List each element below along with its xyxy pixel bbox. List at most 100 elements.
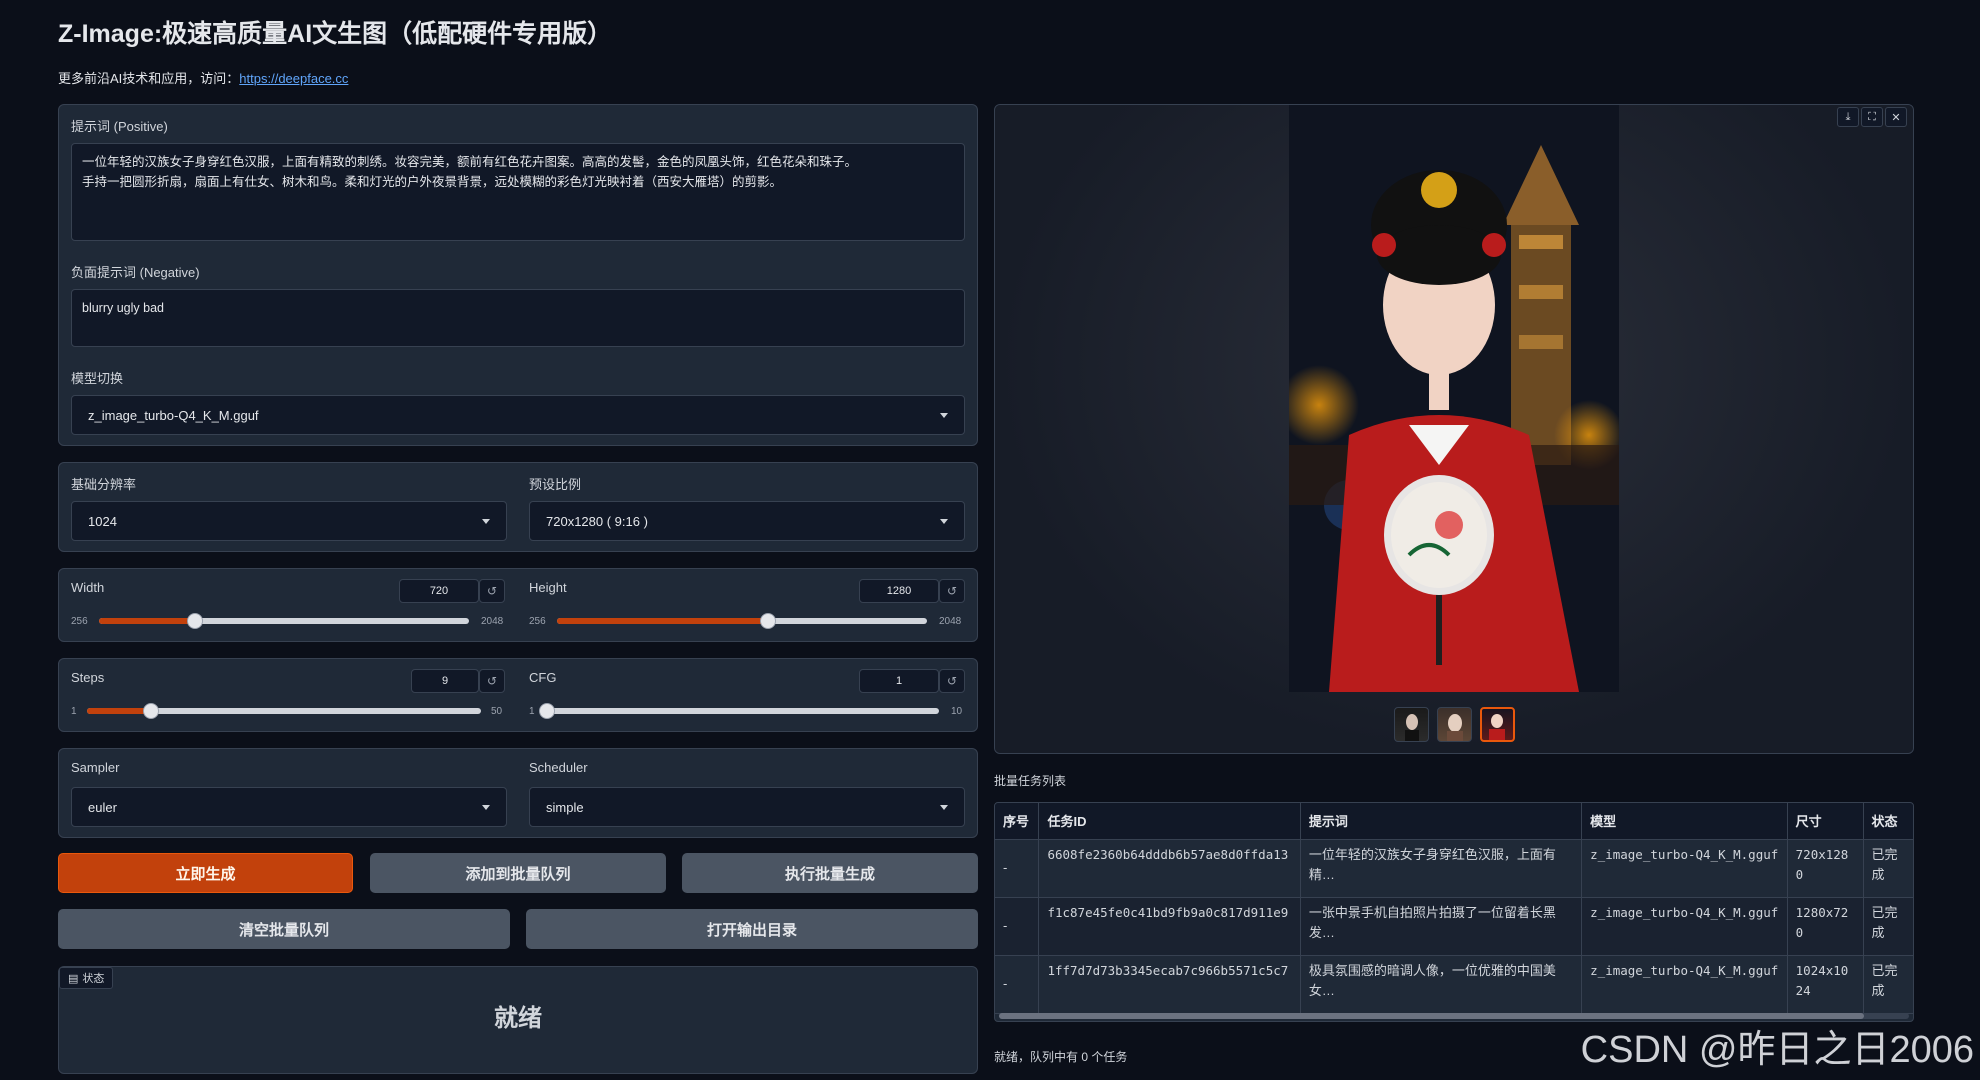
reset-icon[interactable]: ↺	[939, 669, 965, 693]
column-header[interactable]: 提示词	[1300, 803, 1583, 840]
status-tag: ▤ 状态	[59, 967, 114, 989]
gallery-thumbnail[interactable]	[1394, 707, 1429, 742]
table-row[interactable]: - f1c87e45fe0c41bd9fb9a0c817d911e9 一张中景手…	[995, 897, 1913, 956]
height-label: Height	[529, 580, 567, 595]
height-slider[interactable]	[557, 613, 927, 629]
watermark: CSDN @昨日之日2006	[1580, 1029, 1974, 1071]
width-number-input[interactable]: 720	[399, 579, 479, 603]
close-icon[interactable]: ✕	[1885, 107, 1907, 127]
cell-index: -	[995, 897, 1040, 956]
steps-number-input[interactable]: 9	[411, 669, 479, 693]
scheduler-label: Scheduler	[529, 760, 588, 775]
cell-size: 1024x1024	[1787, 955, 1864, 1014]
sampler-value: euler	[88, 799, 117, 815]
scheduler-value: simple	[546, 799, 584, 815]
steps-max: 50	[491, 706, 503, 717]
thumbnail-image	[1405, 714, 1419, 741]
model-select[interactable]: z_image_turbo-Q4_K_M.gguf	[71, 395, 965, 435]
steps-slider-handle[interactable]	[143, 703, 160, 719]
width-slider-handle[interactable]	[187, 613, 204, 629]
cell-size: 720x1280	[1787, 839, 1864, 898]
sampler-select[interactable]: euler	[71, 787, 507, 827]
cell-task-id: 6608fe2360b64dddb6b57ae8d0ffda13	[1038, 839, 1301, 898]
width-max: 2048	[481, 616, 504, 627]
status-text: 就绪	[494, 1005, 542, 1032]
subtitle-text: 更多前沿AI技术和应用，访问：	[58, 71, 240, 86]
cell-prompt: 一位年轻的汉族女子身穿红色汉服，上面有精…	[1300, 839, 1583, 898]
width-label: Width	[71, 580, 105, 595]
deepface-link[interactable]: https://deepface.cc	[239, 71, 348, 86]
positive-prompt-label: 提示词 (Positive)	[71, 119, 168, 134]
gallery-thumbnail-selected[interactable]	[1480, 707, 1515, 742]
base-resolution-label: 基础分辨率	[71, 477, 137, 492]
status-tag-label: 状态	[82, 973, 105, 985]
cell-model: z_image_turbo-Q4_K_M.gguf	[1581, 955, 1788, 1014]
generate-button[interactable]: 立即生成	[58, 853, 353, 893]
cell-model: z_image_turbo-Q4_K_M.gguf	[1581, 897, 1788, 956]
steps-slider[interactable]	[87, 703, 481, 719]
cell-index: -	[995, 839, 1040, 898]
sampler-label: Sampler	[71, 760, 120, 775]
table-row[interactable]: - 6608fe2360b64dddb6b57ae8d0ffda13 一位年轻的…	[995, 839, 1913, 898]
cfg-label: CFG	[529, 670, 557, 685]
batch-list-label: 批量任务列表	[994, 774, 1067, 788]
cell-prompt: 极具氛围感的暗调人像，一位优雅的中国美女…	[1300, 955, 1583, 1014]
table-header-row: 序号 任务ID 提示词 模型 尺寸 状态	[995, 803, 1913, 840]
run-batch-button[interactable]: 执行批量生成	[682, 853, 978, 893]
cell-status: 已完成	[1863, 839, 1913, 898]
cell-task-id: 1ff7d7d73b3345ecab7c966b5571c5c7	[1038, 955, 1301, 1014]
fullscreen-icon[interactable]: ⛶	[1861, 107, 1883, 127]
clear-batch-button[interactable]: 清空批量队列	[58, 909, 510, 949]
dimension-panel: Width 720 ↺ 256 2048 Height 1280 ↺ 256 2…	[58, 568, 978, 642]
status-icon: ▤	[68, 972, 79, 985]
preset-ratio-select[interactable]: 720x1280 ( 9:16 )	[529, 501, 965, 541]
cell-task-id: f1c87e45fe0c41bd9fb9a0c817d911e9	[1038, 897, 1301, 956]
reset-icon[interactable]: ↺	[479, 579, 505, 603]
cfg-min: 1	[529, 706, 535, 717]
generated-image[interactable]	[1289, 105, 1619, 692]
portrait-illustration	[1289, 105, 1619, 692]
column-header[interactable]: 任务ID	[1038, 803, 1301, 840]
width-slider[interactable]	[99, 613, 469, 629]
scheduler-select[interactable]: simple	[529, 787, 965, 827]
gallery-thumbnail[interactable]	[1437, 707, 1472, 742]
steps-slider-fill	[87, 708, 152, 714]
table-row[interactable]: - 1ff7d7d73b3345ecab7c966b5571c5c7 极具氛围感…	[995, 955, 1913, 1014]
preset-ratio-value: 720x1280 ( 9:16 )	[546, 513, 648, 529]
model-select-value: z_image_turbo-Q4_K_M.gguf	[88, 407, 259, 423]
negative-prompt-label: 负面提示词 (Negative)	[71, 265, 200, 280]
chevron-down-icon	[940, 412, 948, 418]
column-header[interactable]: 状态	[1863, 803, 1913, 840]
column-header[interactable]: 序号	[995, 803, 1040, 840]
column-header[interactable]: 模型	[1581, 803, 1788, 840]
steps-min: 1	[71, 706, 77, 717]
cell-prompt: 一张中景手机自拍照片拍摄了一位留着长黑发…	[1300, 897, 1583, 956]
page-title: Z-Image:极速高质量AI文生图（低配硬件专用版）	[58, 20, 613, 48]
add-to-batch-button[interactable]: 添加到批量队列	[370, 853, 666, 893]
cell-model: z_image_turbo-Q4_K_M.gguf	[1581, 839, 1788, 898]
height-slider-handle[interactable]	[760, 613, 777, 629]
base-resolution-select[interactable]: 1024	[71, 501, 507, 541]
reset-icon[interactable]: ↺	[479, 669, 505, 693]
cfg-slider-handle[interactable]	[539, 703, 555, 719]
model-select-label: 模型切换	[71, 371, 124, 386]
gallery-thumbnails	[1394, 707, 1515, 742]
thumbnail-image	[1489, 714, 1505, 740]
steps-label: Steps	[71, 670, 105, 685]
negative-prompt-input[interactable]: blurry ugly bad	[71, 289, 965, 347]
positive-prompt-input[interactable]: 一位年轻的汉族女子身穿红色汉服，上面有精致的刺绣。妆容完美，额前有红色花卉图案。…	[71, 143, 965, 241]
column-header[interactable]: 尺寸	[1787, 803, 1864, 840]
batch-table: 序号 任务ID 提示词 模型 尺寸 状态 - 6608fe2360b64dddb…	[994, 802, 1914, 1022]
cfg-slider[interactable]	[539, 703, 939, 719]
cfg-number-input[interactable]: 1	[859, 669, 939, 693]
gallery-toolbar: ⤓ ⛶ ✕	[1837, 107, 1907, 127]
thumbnail-image	[1447, 714, 1463, 741]
height-number-input[interactable]: 1280	[859, 579, 939, 603]
reset-icon[interactable]: ↺	[939, 579, 965, 603]
cell-size: 1280x720	[1787, 897, 1864, 956]
download-icon[interactable]: ⤓	[1837, 107, 1859, 127]
chevron-down-icon	[482, 518, 490, 524]
width-min: 256	[71, 616, 88, 627]
open-output-button[interactable]: 打开输出目录	[526, 909, 978, 949]
base-resolution-value: 1024	[88, 513, 117, 529]
